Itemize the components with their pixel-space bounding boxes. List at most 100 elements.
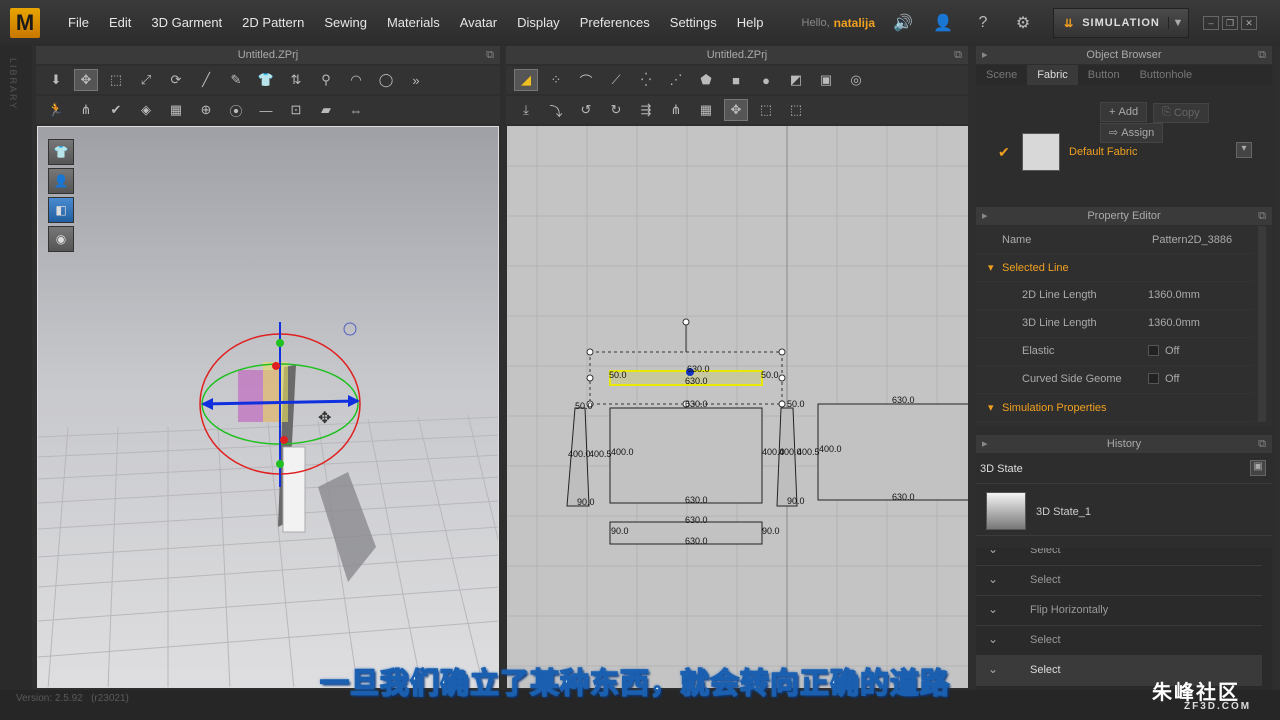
internal-rect-icon[interactable]: ▣	[814, 69, 838, 91]
minimize-icon[interactable]: –	[1203, 16, 1219, 30]
gizmo-handle[interactable]	[272, 362, 280, 370]
menu-file[interactable]: File	[58, 0, 99, 46]
tab-fabric[interactable]: Fabric	[1027, 65, 1078, 85]
fabric-settings-icon[interactable]: ▾	[1236, 142, 1252, 158]
expand-icon[interactable]: ▸	[982, 46, 988, 64]
prop-value[interactable]: 1360.0mm	[1148, 289, 1200, 301]
edit-curve-icon[interactable]: ⌒	[574, 69, 598, 91]
menu-help[interactable]: Help	[727, 0, 774, 46]
sew-free-icon[interactable]: ↻	[604, 99, 628, 121]
light-target-icon[interactable]	[343, 322, 357, 336]
maximize-icon[interactable]: ⧉	[1258, 435, 1266, 453]
gizmo-handle[interactable]	[276, 460, 284, 468]
simulation-button[interactable]: ⇊ SIMULATION ▼	[1053, 8, 1189, 38]
circle-icon[interactable]: ●	[754, 69, 778, 91]
save-state-icon[interactable]: ▣	[1250, 460, 1266, 476]
lasso-icon[interactable]: ◯	[374, 69, 398, 91]
edit-point-icon[interactable]: ⁘	[544, 69, 568, 91]
chevron-down-icon[interactable]: ▼	[1168, 17, 1188, 29]
gizmo-x-axis[interactable]	[202, 399, 359, 406]
scale-handle[interactable]	[778, 348, 786, 356]
tack-icon[interactable]: ⇶	[634, 99, 658, 121]
buttonhole-icon[interactable]: ⦿	[224, 99, 248, 121]
scale-handle[interactable]	[778, 374, 786, 382]
sew-segment-icon[interactable]: ↺	[574, 99, 598, 121]
name-value[interactable]: Pattern2D_3886	[1152, 234, 1232, 246]
maximize-icon[interactable]: ⧉	[486, 46, 494, 64]
elastic-toggle[interactable]: Off	[1148, 345, 1179, 357]
fabric-list-item[interactable]: ✔ Default Fabric ▾	[986, 132, 1266, 176]
avatar-pose-icon[interactable]: 🏃	[44, 99, 68, 121]
checkbox[interactable]	[1148, 345, 1159, 356]
scale-handle[interactable]	[586, 374, 594, 382]
add-button[interactable]: + Add	[1100, 102, 1148, 122]
brush-icon[interactable]: ✎	[224, 69, 248, 91]
viewport-2d[interactable]: 50.0 50.0 630.0 630.0 630.0 50.0 50.0 40…	[507, 126, 968, 688]
history-item[interactable]: ⌄ Select	[976, 566, 1262, 596]
history-item[interactable]: ⌄ Select	[976, 626, 1262, 656]
rotate-icon[interactable]: ⟳	[164, 69, 188, 91]
shirt-icon[interactable]: 👕	[254, 69, 278, 91]
curvature-icon[interactable]: ⟋	[604, 69, 628, 91]
grid-pattern-icon[interactable]: ▦	[694, 99, 718, 121]
maximize-icon[interactable]: ⧉	[1258, 207, 1266, 225]
history-item[interactable]: ⌄ Flip Horizontally	[976, 596, 1262, 626]
menu-2d-pattern[interactable]: 2D Pattern	[232, 0, 314, 46]
copy-button[interactable]: ⎘ Copy	[1153, 102, 1209, 123]
menu-edit[interactable]: Edit	[99, 0, 141, 46]
menu-settings[interactable]: Settings	[660, 0, 727, 46]
internal-circle-icon[interactable]: ◎	[844, 69, 868, 91]
button-icon[interactable]: ⊕	[194, 99, 218, 121]
select-move-icon[interactable]: ✥	[74, 69, 98, 91]
scale-handle[interactable]	[778, 400, 786, 408]
maximize-icon[interactable]: ⧉	[1258, 46, 1266, 64]
line-icon[interactable]: ╱	[194, 69, 218, 91]
segment-icon[interactable]: ⋰	[664, 69, 688, 91]
section-simulation-properties[interactable]: ▾ Simulation Properties	[976, 394, 1254, 422]
menu-preferences[interactable]: Preferences	[570, 0, 660, 46]
prop-value[interactable]: 1360.0mm	[1148, 317, 1200, 329]
transform-pattern-icon[interactable]: ◢	[514, 69, 538, 91]
ruler-icon[interactable]: —	[254, 99, 278, 121]
user-icon[interactable]: 👤	[931, 11, 955, 35]
grid-icon[interactable]: ▦	[164, 99, 188, 121]
username[interactable]: natalija	[834, 16, 875, 30]
arrange-icon[interactable]: ⋔	[74, 99, 98, 121]
transform-icon[interactable]: ⤢	[134, 69, 158, 91]
restore-icon[interactable]: ❐	[1222, 16, 1238, 30]
rectangle-icon[interactable]: ■	[724, 69, 748, 91]
close-icon[interactable]: ✕	[1241, 16, 1257, 30]
polygon-icon[interactable]: ⬟	[694, 69, 718, 91]
stretch-icon[interactable]: ⇔	[344, 99, 368, 121]
history-state-item[interactable]: 3D State_1	[976, 486, 1272, 536]
scale-handle[interactable]	[586, 348, 594, 356]
menu-materials[interactable]: Materials	[377, 0, 450, 46]
expand-icon[interactable]: ▸	[982, 207, 988, 225]
check-icon[interactable]: ✔	[104, 99, 128, 121]
menu-3d-garment[interactable]: 3D Garment	[141, 0, 232, 46]
tab-buttonhole[interactable]: Buttonhole	[1130, 65, 1203, 85]
gizmo-handle[interactable]	[276, 339, 284, 347]
fold-icon[interactable]: ⇅	[284, 69, 308, 91]
texture-edit-icon[interactable]: ⋔	[664, 99, 688, 121]
tab-button[interactable]: Button	[1078, 65, 1130, 85]
more-icon[interactable]: »	[404, 69, 428, 91]
measure-icon[interactable]: ⊡	[284, 99, 308, 121]
pin-icon[interactable]: ⚲	[314, 69, 338, 91]
texture-icon[interactable]: ◈	[134, 99, 158, 121]
seam-icon[interactable]: ⤓	[514, 99, 538, 121]
iron-icon[interactable]: ▰	[314, 99, 338, 121]
fold-pattern-icon[interactable]: ⤵	[544, 99, 568, 121]
internal-polygon-icon[interactable]: ◩	[784, 69, 808, 91]
library-strip[interactable]: LIBRARY	[0, 46, 32, 690]
select-sewing-icon[interactable]: ✥	[724, 99, 748, 121]
history-item[interactable]: ⌄ Select	[976, 548, 1262, 566]
menu-avatar[interactable]: Avatar	[450, 0, 507, 46]
section-selected-line[interactable]: ▾ Selected Line	[976, 254, 1254, 282]
pattern-piece-right[interactable]	[776, 407, 798, 507]
viewport-3d[interactable]: 👕 👤 ◧ ◉ ✥	[37, 126, 499, 688]
gizmo-handle[interactable]	[280, 436, 288, 444]
curved-side-toggle[interactable]: Off	[1148, 373, 1179, 385]
rotate-handle[interactable]	[682, 318, 690, 326]
volume-icon[interactable]: 🔊	[891, 11, 915, 35]
